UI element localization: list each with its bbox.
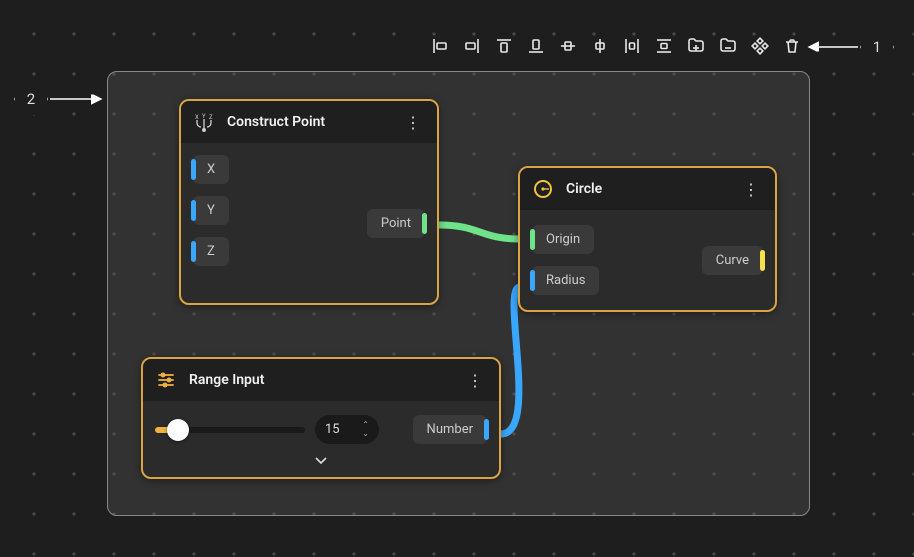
output-port-point[interactable]: Point — [367, 209, 425, 238]
node-header[interactable]: Range Input ⋮ — [143, 359, 499, 401]
svg-text:Z: Z — [209, 114, 213, 121]
sliders-icon — [155, 369, 177, 391]
slider-thumb[interactable] — [167, 419, 189, 441]
range-value-input[interactable]: 15 ⌃ ⌄ — [315, 415, 379, 444]
value-stepper[interactable]: ⌃ ⌄ — [362, 421, 369, 438]
range-value: 15 — [325, 422, 340, 437]
step-down-icon[interactable]: ⌄ — [362, 430, 369, 438]
input-port-y[interactable]: Y — [193, 196, 229, 225]
range-slider[interactable] — [155, 427, 305, 433]
expand-chevron-icon[interactable] — [143, 452, 499, 477]
svg-text:Y: Y — [202, 113, 206, 120]
node-range-input[interactable]: Range Input ⋮ 15 ⌃ ⌄ Number — [141, 357, 501, 479]
construct-point-icon: X Y Z — [193, 111, 215, 133]
input-port-radius[interactable]: Radius — [532, 266, 599, 295]
node-construct-point[interactable]: X Y Z Construct Point ⋮ X Y Z Point — [179, 99, 439, 305]
node-title: Range Input — [189, 372, 451, 388]
node-menu-icon[interactable]: ⋮ — [739, 180, 763, 199]
output-port-curve[interactable]: Curve — [702, 246, 763, 275]
circle-icon — [532, 178, 554, 200]
node-header[interactable]: Circle ⋮ — [520, 168, 775, 210]
node-menu-icon[interactable]: ⋮ — [401, 113, 425, 132]
input-port-z[interactable]: Z — [193, 237, 229, 266]
input-port-x[interactable]: X — [193, 155, 229, 184]
node-title: Construct Point — [227, 114, 389, 130]
output-port-number[interactable]: Number — [413, 415, 487, 444]
node-menu-icon[interactable]: ⋮ — [463, 371, 487, 390]
node-header[interactable]: X Y Z Construct Point ⋮ — [181, 101, 437, 143]
node-title: Circle — [566, 181, 727, 197]
node-circle[interactable]: Circle ⋮ Origin Radius Curve — [518, 166, 777, 312]
input-port-origin[interactable]: Origin — [532, 225, 594, 254]
step-up-icon[interactable]: ⌃ — [362, 421, 369, 429]
svg-text:X: X — [195, 114, 199, 121]
